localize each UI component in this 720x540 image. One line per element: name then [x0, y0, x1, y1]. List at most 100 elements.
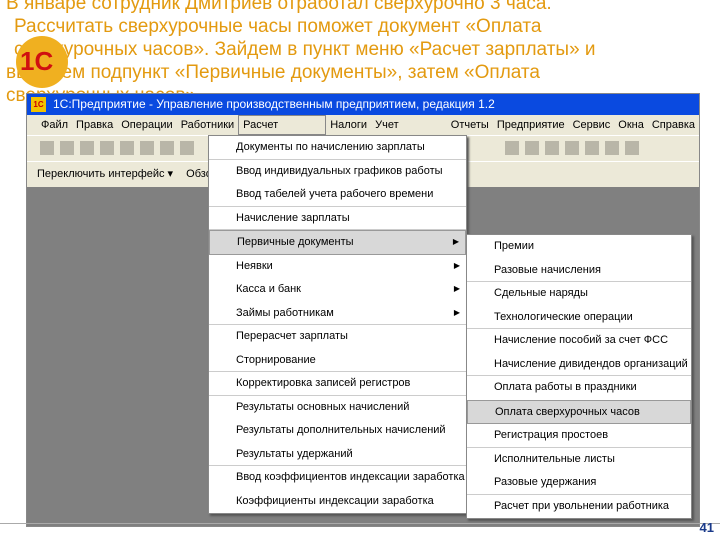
menu-item-label: Перерасчет зарплаты	[236, 330, 348, 342]
menu-file[interactable]: Файл	[37, 115, 72, 135]
menu-item[interactable]: Премии	[467, 235, 691, 259]
menu-item-label: Начисление зарплаты	[236, 211, 350, 224]
submenu-arrow-icon: ▶	[453, 260, 460, 270]
menu-windows[interactable]: Окна	[614, 115, 648, 135]
menu-payroll[interactable]: Расчет зарплаты	[238, 115, 327, 149]
menu-item[interactable]: Разовые начисления	[467, 259, 691, 282]
menu-item[interactable]: Начисление пособий за счет ФСС	[467, 329, 691, 353]
menu-item[interactable]: Технологические операции	[467, 306, 691, 329]
menu-item-label: Ввод табелей учета рабочего времени	[236, 188, 434, 200]
menu-bar: Файл Правка Операции Работники Расчет за…	[27, 115, 699, 151]
calendar-icon[interactable]	[505, 141, 519, 155]
menu-item[interactable]: Займы работникам ▶	[209, 302, 466, 325]
text-line: сверхурочных часов». Зайдем в пункт меню…	[14, 39, 596, 60]
page-number: 41	[699, 520, 714, 535]
menu-reports[interactable]: Отчеты	[447, 115, 493, 135]
menu-payroll-accounting[interactable]: Учет зарплаты	[371, 115, 447, 151]
menu-item-label: Сдельные наряды	[494, 287, 588, 299]
menu-item[interactable]: Сдельные наряды	[467, 282, 691, 306]
menu-item-label: Премии	[494, 240, 534, 252]
menu-item-label: Корректировка записей регистров	[236, 377, 411, 389]
menu-operations[interactable]: Операции	[117, 115, 176, 135]
menu-item-label: Ввод коэффициентов индексации заработка	[236, 471, 465, 483]
menu-item[interactable]: Ввод коэффициентов индексации заработка	[209, 466, 466, 490]
new-icon[interactable]	[40, 141, 54, 155]
payroll-menu: Документы по начислению зарплаты Ввод инд…	[208, 135, 467, 514]
menu-item-label: Результаты удержаний	[236, 447, 353, 460]
table-icon[interactable]	[545, 141, 559, 155]
menu-item-label: Ввод индивидуальных графиков работы	[236, 164, 443, 177]
copy-icon[interactable]	[120, 141, 134, 155]
menu-item-label: Технологические операции	[494, 310, 633, 323]
app-icon: 1С	[31, 97, 46, 112]
menu-item[interactable]: Регистрация простоев	[467, 424, 691, 448]
menu-item-label: Регистрация простоев	[494, 429, 609, 441]
m-plus-icon[interactable]	[585, 141, 599, 155]
menu-item-label: Оплата работы в праздники	[494, 381, 637, 393]
menu-item[interactable]: Начисление зарплаты	[209, 207, 466, 230]
menu-item[interactable]: Оплата сверхурочных часов	[467, 399, 691, 424]
svg-text:1С: 1С	[20, 46, 53, 76]
submenu-arrow-icon: ▶	[453, 307, 460, 317]
menu-item-label: Касса и банк	[236, 283, 301, 295]
menu-item[interactable]: Разовые удержания	[467, 471, 691, 495]
save-icon[interactable]	[80, 141, 94, 155]
menu-item-label: Расчет при увольнении работника	[494, 499, 670, 512]
menu-item-label: Сторнирование	[236, 353, 316, 366]
menu-taxes[interactable]: Налоги	[326, 115, 371, 135]
submenu-arrow-icon: ▶	[452, 237, 459, 246]
print-icon[interactable]	[160, 141, 174, 155]
m-icon[interactable]	[565, 141, 579, 155]
text-line: выберем подпункт «Первичные документы», …	[6, 62, 540, 83]
menu-item-label: Начисление дивидендов организаций	[494, 357, 688, 370]
text-line: Рассчитать сверхурочные часы поможет док…	[14, 16, 542, 37]
menu-help[interactable]: Справка	[648, 115, 699, 135]
menu-item[interactable]: Неявки ▶	[209, 255, 466, 279]
menu-service[interactable]: Сервис	[569, 115, 615, 135]
menu-item[interactable]: Документы по начислению зарплаты	[209, 136, 466, 160]
menu-item[interactable]: Касса и банк ▶	[209, 278, 466, 302]
menu-item-label: Исполнительные листы	[494, 452, 615, 465]
menu-item[interactable]: Корректировка записей регистров	[209, 372, 466, 396]
menu-item-label: Займы работникам	[236, 306, 334, 319]
menu-item[interactable]: Результаты дополнительных начислений	[209, 419, 466, 443]
switch-interface-button[interactable]: Переключить интерфейс ▾	[37, 168, 173, 180]
menu-item[interactable]: Первичные документы ▶	[209, 230, 466, 255]
toolbar-right	[502, 136, 642, 161]
menu-item[interactable]: Ввод табелей учета рабочего времени	[209, 183, 466, 207]
menu-item-label: Результаты основных начислений	[236, 400, 410, 413]
title-bar: 1С 1С:Предприятие - Управление производст…	[27, 94, 699, 115]
menu-employees[interactable]: Работники	[177, 115, 238, 135]
menu-enterprise[interactable]: Предприятие	[493, 115, 569, 135]
preview-icon[interactable]	[180, 141, 194, 155]
menu-item-label: Первичные документы	[237, 236, 354, 248]
slide-text: В январе сотрудник Дмитриев отработал св…	[6, 0, 696, 107]
submenu-arrow-icon: ▶	[453, 284, 460, 293]
primary-documents-submenu: Премии Разовые начисления Сдельные наряды Т…	[466, 234, 692, 519]
m-minus-icon[interactable]	[605, 141, 619, 155]
menu-edit[interactable]: Правка	[72, 115, 117, 135]
tools-icon[interactable]	[625, 141, 639, 155]
menu-item[interactable]: Начисление дивидендов организаций	[467, 353, 691, 376]
menu-item[interactable]: Оплата работы в праздники	[467, 376, 691, 400]
window-title: 1С:Предприятие - Управление производстве…	[53, 97, 495, 111]
text-line: В январе сотрудник Дмитриев отработал св…	[6, 0, 552, 14]
divider	[0, 523, 720, 524]
menu-item[interactable]: Сторнирование	[209, 349, 466, 372]
menu-item-label: Коэффициенты индексации заработка	[236, 494, 434, 507]
menu-item[interactable]: Ввод индивидуальных графиков работы	[209, 160, 466, 184]
menu-item-label: Начисление пособий за счет ФСС	[494, 334, 669, 346]
menu-item[interactable]: Исполнительные листы	[467, 448, 691, 472]
cut-icon[interactable]	[100, 141, 114, 155]
menu-item[interactable]: Результаты удержаний	[209, 443, 466, 466]
menu-item[interactable]: Перерасчет зарплаты	[209, 325, 466, 349]
menu-item[interactable]: Расчет при увольнении работника	[467, 495, 691, 519]
menu-item-label: Результаты дополнительных начислений	[236, 424, 446, 436]
paste-icon[interactable]	[140, 141, 154, 155]
menu-item-label: Неявки	[236, 259, 273, 272]
calc-icon[interactable]	[525, 141, 539, 155]
menu-item[interactable]: Результаты основных начислений	[209, 396, 466, 420]
menu-item-label: Документы по начислению зарплаты	[236, 141, 425, 153]
open-icon[interactable]	[60, 141, 74, 155]
menu-item[interactable]: Коэффициенты индексации заработка	[209, 490, 466, 514]
